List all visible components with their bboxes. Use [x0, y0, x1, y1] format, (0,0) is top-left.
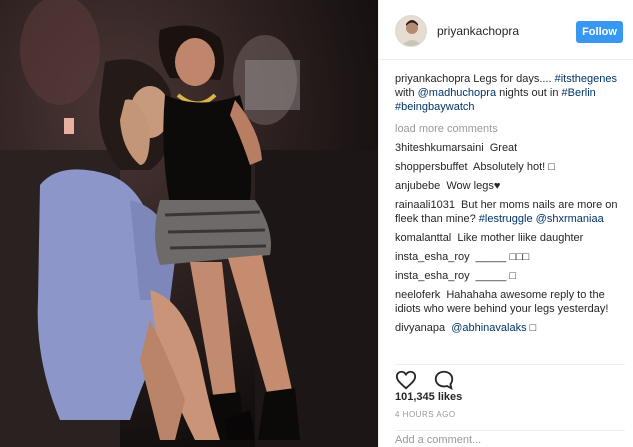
post-header: priyankachopra Follow [379, 0, 633, 60]
hashtag-lestruggle[interactable]: #lestruggle [479, 213, 533, 225]
comment: shoppersbuffet Absolutely hot! □ [395, 160, 625, 174]
hashtag-itsthegenes[interactable]: #itsthegenes [555, 73, 617, 85]
comment: insta_esha_roy _____ □□□ [395, 250, 625, 264]
comment-username[interactable]: komalanttal [395, 232, 451, 244]
caption-text-2: with [395, 87, 415, 99]
comment-text: Like mother liike daughter [457, 232, 584, 244]
comment-text: Absolutely hot! □ [473, 161, 555, 173]
likes-count[interactable]: 101,345 likes [395, 391, 462, 403]
caption-text-3: nights out in [499, 87, 559, 99]
caption: priyankachopra Legs for days.... #itsthe… [395, 72, 625, 114]
comment-username[interactable]: neeloferk [395, 289, 440, 301]
comment: insta_esha_roy _____ □ [395, 269, 625, 283]
comment: divyanapa @abhinavalaks □ [395, 321, 625, 335]
heart-icon[interactable] [395, 369, 417, 391]
comment-username[interactable]: 3hiteshkumarsaini [395, 142, 484, 154]
comment-text: Wow legs♥ [446, 180, 501, 192]
comment: anjubebe Wow legs♥ [395, 179, 625, 193]
add-comment-input[interactable]: Add a comment... [395, 430, 625, 447]
post-photo[interactable] [0, 0, 378, 447]
comment-text: Great [489, 142, 518, 154]
comment: 3hiteshkumarsaini Great [395, 141, 625, 155]
hashtag-berlin[interactable]: #Berlin [562, 87, 596, 99]
comment-icon[interactable] [433, 369, 455, 391]
comment: neeloferk Hahahaha awesome reply to the … [395, 288, 625, 316]
comment-username[interactable]: anjubebe [395, 180, 440, 192]
comment-text: _____ □ [475, 270, 516, 282]
load-more-comments-link[interactable]: load more comments [395, 122, 625, 136]
username[interactable]: priyankachopra [437, 24, 519, 38]
mention-madhuchopra[interactable]: @madhuchopra [418, 87, 496, 99]
follow-button[interactable]: Follow [576, 21, 623, 43]
avatar[interactable] [395, 15, 427, 47]
comments-list: priyankachopra Legs for days.... #itsthe… [395, 72, 625, 340]
post-panel: priyankachopra Follow priyankachopra Leg… [378, 0, 633, 447]
comment-username[interactable]: rainaali1031 [395, 199, 455, 211]
caption-username[interactable]: priyankachopra [395, 73, 470, 85]
caption-text-1: Legs for days.... [473, 73, 552, 85]
hashtag-beingbaywatch[interactable]: #beingbaywatch [395, 101, 475, 113]
post-timestamp: 4 HOURS AGO [395, 410, 456, 419]
mention-shxrmaniaa[interactable]: @shxrmaniaa [536, 213, 604, 225]
comment-text: _____ □□□ [475, 251, 530, 263]
post-actions [395, 364, 625, 391]
comment: komalanttal Like mother liike daughter [395, 231, 625, 245]
mention-abhinavalaks[interactable]: @abhinavalaks [451, 322, 526, 334]
comment-text: □ [529, 322, 537, 334]
comment: rainaali1031 But her moms nails are more… [395, 198, 625, 226]
comment-username[interactable]: shoppersbuffet [395, 161, 468, 173]
comment-username[interactable]: divyanapa [395, 322, 445, 334]
comment-username[interactable]: insta_esha_roy [395, 270, 470, 282]
comment-username[interactable]: insta_esha_roy [395, 251, 470, 263]
